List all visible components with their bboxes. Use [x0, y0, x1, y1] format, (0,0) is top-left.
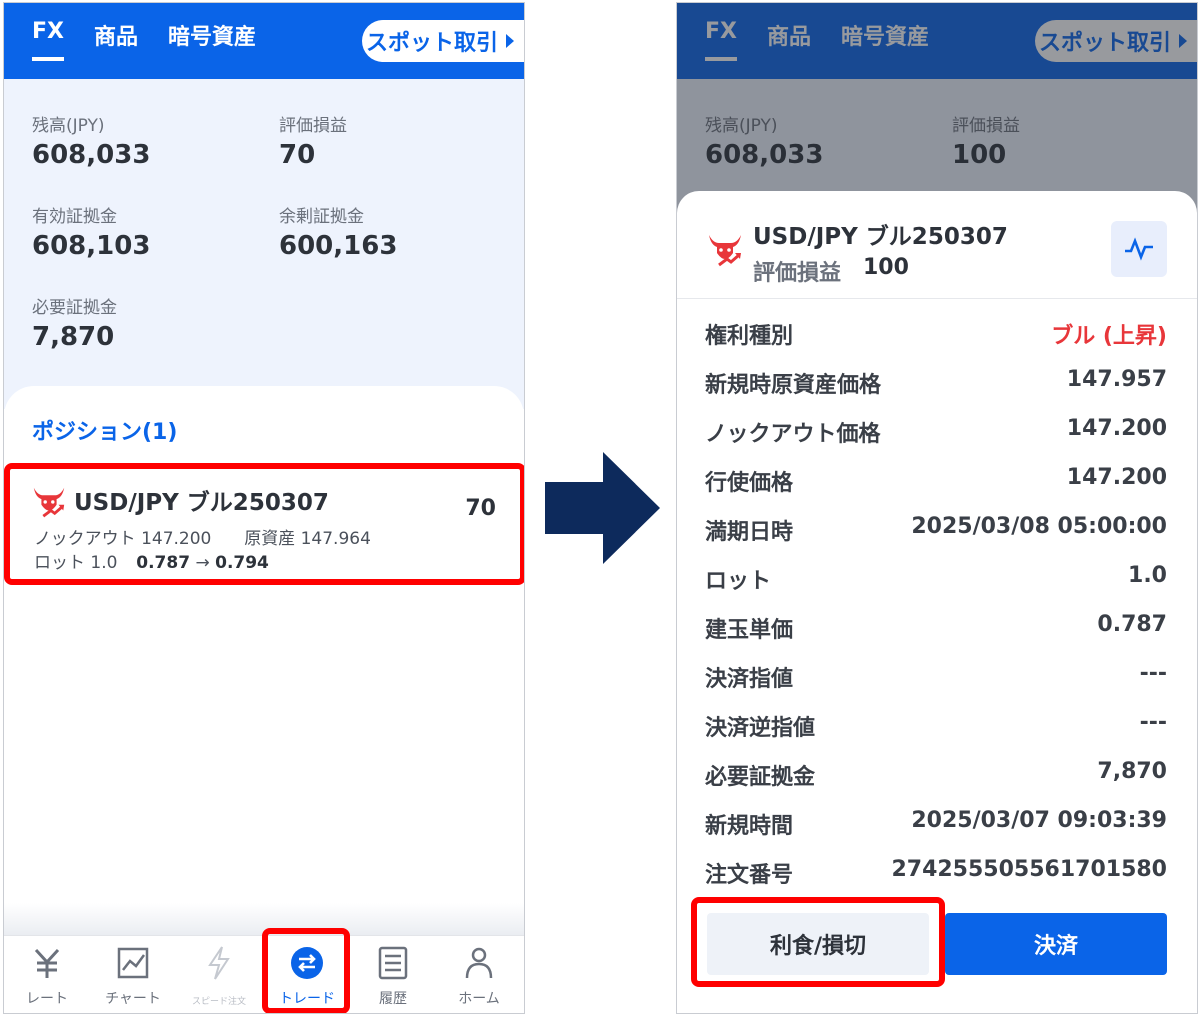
caret-right-icon [506, 34, 515, 48]
detail-label: 建玉単価 [705, 618, 794, 643]
detail-label: ノックアウト価格 [705, 422, 881, 447]
settle-button[interactable]: 決済 [945, 913, 1167, 975]
detail-label: 権利種別 [705, 324, 794, 349]
detail-label: 新規時原資産価格 [705, 373, 882, 398]
pulse-chart-icon [1125, 237, 1153, 261]
detail-label: 行使価格 [705, 471, 794, 496]
detail-value: --- [1139, 661, 1167, 686]
tab-fx[interactable]: FX [32, 19, 64, 61]
detail-row-strike-price: 行使価格 147.200 [705, 465, 1167, 496]
nav-speed-order[interactable]: スピード注文 [176, 936, 262, 1013]
detail-row-stop: 決済逆指値 --- [705, 710, 1167, 741]
phone-screen-positions: FX 商品 暗号資産 スポット取引 残高(JPY) 608,033 評価損益 7… [3, 2, 525, 1014]
effective-margin-stat: 有効証拠金 608,103 [32, 202, 150, 261]
detail-header: USD/JPY ブル250307 評価損益 100 [677, 191, 1197, 299]
detail-row-expiry: 満期日時 2025/03/08 05:00:00 [705, 514, 1167, 545]
top-bar: FX 商品 暗号資産 スポット取引 [4, 3, 524, 79]
nav-history[interactable]: 履歴 [350, 936, 436, 1013]
chart-icon [117, 947, 149, 979]
effective-margin-label: 有効証拠金 [32, 207, 117, 227]
tab-crypto[interactable]: 暗号資産 [168, 19, 256, 61]
nav-speed-order-label: スピード注文 [191, 997, 246, 1007]
position-detail-sheet: USD/JPY ブル250307 評価損益 100 権利種別 ブル (上昇) 新… [677, 191, 1197, 1013]
transition-arrow-icon [545, 452, 660, 564]
spot-trade-label: スポット取引 [366, 31, 499, 56]
detail-row-open-time: 新規時間 2025/03/07 09:03:39 [705, 808, 1167, 839]
bull-icon [709, 235, 741, 267]
balance-label: 残高(JPY) [32, 116, 105, 136]
spot-trade-button[interactable]: スポット取引 [362, 20, 524, 62]
detail-value: 147.957 [1066, 367, 1167, 392]
required-margin-stat: 必要証拠金 7,870 [32, 293, 117, 352]
detail-row-entry-underlying: 新規時原資産価格 147.957 [705, 367, 1167, 398]
detail-label: 満期日時 [705, 520, 794, 545]
lightning-icon [208, 946, 230, 980]
required-margin-value: 7,870 [32, 322, 115, 352]
detail-row-limit: 決済指値 --- [705, 661, 1167, 692]
detail-label: 必要証拠金 [705, 765, 816, 790]
detail-label: ロット [705, 569, 772, 594]
detail-label: 注文番号 [705, 863, 794, 888]
detail-value: 1.0 [1128, 563, 1167, 588]
detail-row-order-number: 注文番号 274255505561701580 [705, 857, 1167, 888]
surplus-margin-value: 600,163 [279, 231, 398, 261]
detail-row-required-margin: 必要証拠金 7,870 [705, 759, 1167, 790]
detail-value: 2025/03/08 05:00:00 [911, 514, 1167, 539]
balance-stat: 残高(JPY) 608,033 [32, 111, 150, 170]
detail-value: 7,870 [1097, 759, 1167, 784]
detail-value: 147.200 [1066, 465, 1167, 490]
yen-icon [34, 948, 60, 978]
nav-history-label: 履歴 [379, 991, 407, 1007]
detail-label: 決済逆指値 [705, 716, 816, 741]
positions-title: ポジション(1) [32, 420, 178, 445]
detail-value: ブル (上昇) [1051, 324, 1167, 349]
nav-home-label: ホーム [458, 991, 500, 1007]
detail-row-knockout-price: ノックアウト価格 147.200 [705, 416, 1167, 447]
pnl-label: 評価損益 [279, 116, 347, 136]
detail-value: 2025/03/07 09:03:39 [911, 808, 1167, 833]
nav-rate-label: レート [26, 991, 68, 1007]
surplus-margin-label: 余剰証拠金 [279, 207, 364, 227]
chart-button[interactable] [1111, 221, 1167, 277]
detail-value: 0.787 [1097, 612, 1167, 637]
tab-commodities[interactable]: 商品 [94, 19, 138, 61]
detail-value: 274255505561701580 [891, 857, 1167, 882]
detail-row-lot: ロット 1.0 [705, 563, 1167, 594]
pnl-value: 70 [279, 140, 316, 170]
detail-label: 決済指値 [705, 667, 794, 692]
detail-position-name: USD/JPY ブル250307 [753, 224, 1008, 250]
detail-row-unit-price: 建玉単価 0.787 [705, 612, 1167, 643]
detail-row-option-type: 権利種別 ブル (上昇) [705, 318, 1167, 349]
nav-chart-label: チャート [105, 991, 161, 1007]
surplus-margin-stat: 余剰証拠金 600,163 [279, 202, 397, 261]
effective-margin-value: 608,103 [32, 231, 151, 261]
trade-nav-highlight-box [262, 928, 350, 1013]
detail-pnl-label: 評価損益 [753, 261, 842, 286]
nav-chart[interactable]: チャート [90, 936, 176, 1013]
asset-tabs: FX 商品 暗号資産 [32, 19, 256, 61]
required-margin-label: 必要証拠金 [32, 298, 117, 318]
balance-value: 608,033 [32, 140, 151, 170]
pnl-stat: 評価損益 70 [279, 111, 347, 170]
position-highlight-box [4, 463, 524, 585]
history-icon [378, 946, 408, 980]
tp-sl-highlight-box [691, 897, 945, 987]
detail-label: 新規時間 [705, 814, 794, 839]
detail-value: --- [1139, 710, 1167, 735]
account-summary: 残高(JPY) 608,033 評価損益 70 有効証拠金 608,103 余剰… [4, 79, 524, 409]
nav-rate[interactable]: レート [4, 936, 90, 1013]
phone-screen-position-detail: FX 商品 暗号資産 スポット取引 残高(JPY) 608,033 評価損益 1… [676, 2, 1198, 1014]
detail-pnl-value: 100 [863, 255, 909, 280]
person-icon [465, 947, 493, 979]
nav-home[interactable]: ホーム [436, 936, 522, 1013]
detail-value: 147.200 [1066, 416, 1167, 441]
